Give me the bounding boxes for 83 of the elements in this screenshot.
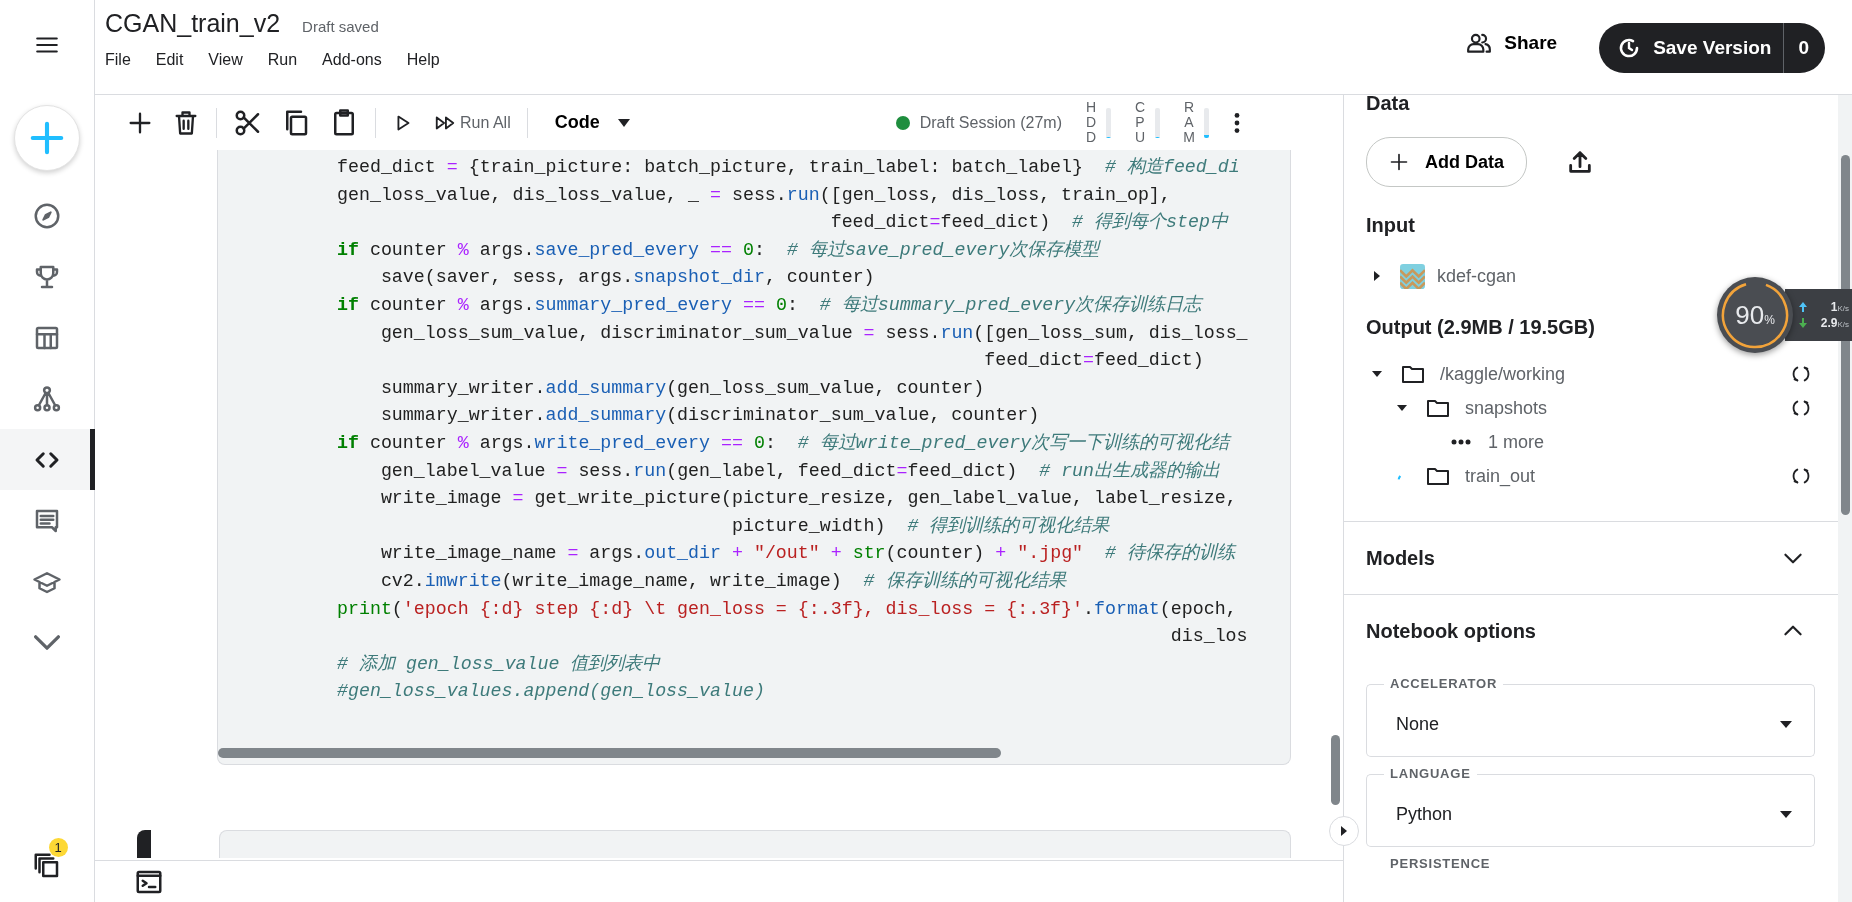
ellipsis-icon	[1450, 438, 1472, 446]
code-line: gen_label_value = sess.run(gen_label, feed_dict=feed_dict) # run出生成器的输出	[379, 459, 1222, 483]
down-arrow-icon	[1799, 318, 1807, 328]
code-line: dis_los	[1169, 625, 1249, 649]
plus-icon	[28, 119, 66, 157]
code-line: if counter % args.write_pred_every == 0: # 每过write_pred_every次写一下训练的可视化结	[337, 431, 1233, 455]
run-all-button[interactable]: Run All	[423, 110, 520, 135]
code-line: print('epoch {:d} step {:d} \t gen_loss = {:.3f}, dis_loss = {:.3f}'.format(epoch,	[337, 597, 1238, 621]
menu-item[interactable]: Edit	[155, 48, 184, 72]
dataset-thumbnail-icon	[1400, 263, 1425, 289]
upload-icon	[1566, 148, 1594, 176]
meter-label: CPU	[1133, 100, 1147, 145]
code-cell[interactable]	[219, 830, 1291, 858]
session-status-dot	[895, 115, 910, 130]
kebab-icon	[1233, 112, 1240, 133]
code-line: #gen_loss_values.append(gen_loss_value)	[337, 680, 766, 704]
folder-icon	[1425, 465, 1451, 487]
version-count: 0	[1783, 23, 1825, 73]
sidebar-nav-button[interactable]	[0, 429, 95, 490]
network-icon	[32, 383, 62, 414]
folder-icon	[1425, 397, 1451, 419]
network-speed-panel: 1K/s 2.9K/s	[1785, 289, 1852, 341]
cell-run-marker	[137, 830, 151, 858]
plus-icon	[1389, 152, 1409, 172]
code-line: # 添加 gen_loss_value 值到列表中	[337, 652, 662, 676]
save-version-button[interactable]: Save Version	[1599, 23, 1784, 73]
notifications-button[interactable]: 1	[0, 835, 95, 896]
code-line: cv2.imwrite(write_image_name, write_image) # 保存训练的可视化结果	[379, 569, 1068, 593]
code-line: write_image = get_write_picture(picture_resize, gen_label_value, label_resize,	[379, 487, 1238, 511]
menu-item[interactable]: Run	[267, 48, 298, 72]
up-arrow-icon	[1799, 302, 1807, 312]
cell-type-dropdown[interactable]: Code	[548, 108, 636, 137]
notebook-title[interactable]: CGAN_train_v2	[105, 8, 281, 38]
folder-tree-item[interactable]: /kaggle/working	[1366, 357, 1815, 391]
section-title: Models	[1366, 546, 1435, 570]
resource-meter	[1154, 107, 1160, 138]
resource-meter	[1105, 107, 1111, 138]
section-title: Notebook options	[1366, 619, 1536, 643]
menu-item[interactable]: Add-ons	[322, 48, 382, 72]
folder-icon	[1400, 363, 1426, 385]
code-line: summary_writer.add_summary(gen_loss_sum_value, counter)	[379, 376, 986, 400]
horizontal-scrollbar[interactable]	[218, 748, 1001, 758]
code-line: feed_dict=feed_dict)	[983, 349, 1205, 373]
code-line: save(saver, sess, args.snapshot_dir, counter)	[379, 266, 876, 290]
section-title: Data	[1366, 91, 1410, 115]
notification-badge: 1	[48, 838, 68, 857]
meter-label: RAM	[1182, 100, 1196, 145]
code-line: feed_dict = {train_picture: batch_picture, train_label: batch_label} # 构造feed_di	[337, 156, 1241, 179]
show-more-item[interactable]: 1 more	[1366, 425, 1815, 459]
select-field[interactable]: Python	[1366, 783, 1815, 847]
resource-meter	[1203, 107, 1209, 138]
meter-label: HDD	[1084, 100, 1098, 145]
field-label: LANGUAGE	[1389, 765, 1472, 783]
menu-item[interactable]: File	[105, 48, 131, 72]
session-status[interactable]: Draft Session (27m)	[919, 110, 1062, 135]
code-line: if counter % args.summary_pred_every == 0: # 每过summary_pred_every次保存训练日志	[337, 293, 1205, 317]
vertical-scrollbar[interactable]	[1331, 735, 1340, 805]
code-line: if counter % args.save_pred_every == 0: # 每过save_pred_every次保存模型	[337, 238, 1102, 262]
field-label: PERSISTENCE	[1389, 855, 1492, 873]
add-data-button[interactable]: Add Data	[1366, 137, 1527, 187]
collapse-panel-button[interactable]	[1329, 816, 1359, 846]
folder-tree-item[interactable]: snapshots	[1366, 391, 1815, 425]
caret-down-icon	[1780, 721, 1792, 728]
menu-item[interactable]: Help	[406, 48, 440, 72]
section-title: Output (2.9MB / 19.5GB)	[1366, 315, 1595, 339]
field-label: ACCELERATOR	[1389, 675, 1499, 693]
code-line: write_image_name = args.out_dir + "/out" + str(counter) + ".jpg" # 待保存的训练	[379, 542, 1238, 566]
save-status: Draft saved	[302, 16, 379, 37]
code-line: gen_loss_sum_value, discriminator_sum_value = sess.run([gen_loss_sum, dis_loss_	[379, 321, 1249, 345]
folder-tree-item[interactable]: train_out	[1366, 459, 1815, 493]
cpu-usage-gauge: 90%	[1717, 277, 1793, 353]
code-line: gen_loss_value, dis_loss_value, _ = sess.run([gen_loss, dis_loss, train_op],	[337, 183, 1172, 207]
code-cell[interactable]	[217, 150, 1291, 765]
menu-item[interactable]: View	[208, 48, 243, 72]
select-field[interactable]: None	[1366, 693, 1815, 757]
caret-down-icon	[1780, 811, 1792, 818]
chevron-down-icon	[34, 635, 60, 650]
code-line: picture_width) # 得到训练的可视化结果	[730, 514, 1111, 538]
section-title: Input	[1366, 213, 1415, 237]
caret-down-icon	[617, 118, 630, 127]
code-line: feed_dict=feed_dict) # 得到每个step中	[829, 211, 1230, 235]
share-button[interactable]: Share	[1460, 28, 1564, 59]
code-line: summary_writer.add_summary(discriminator_sum_value, counter)	[379, 404, 1041, 428]
